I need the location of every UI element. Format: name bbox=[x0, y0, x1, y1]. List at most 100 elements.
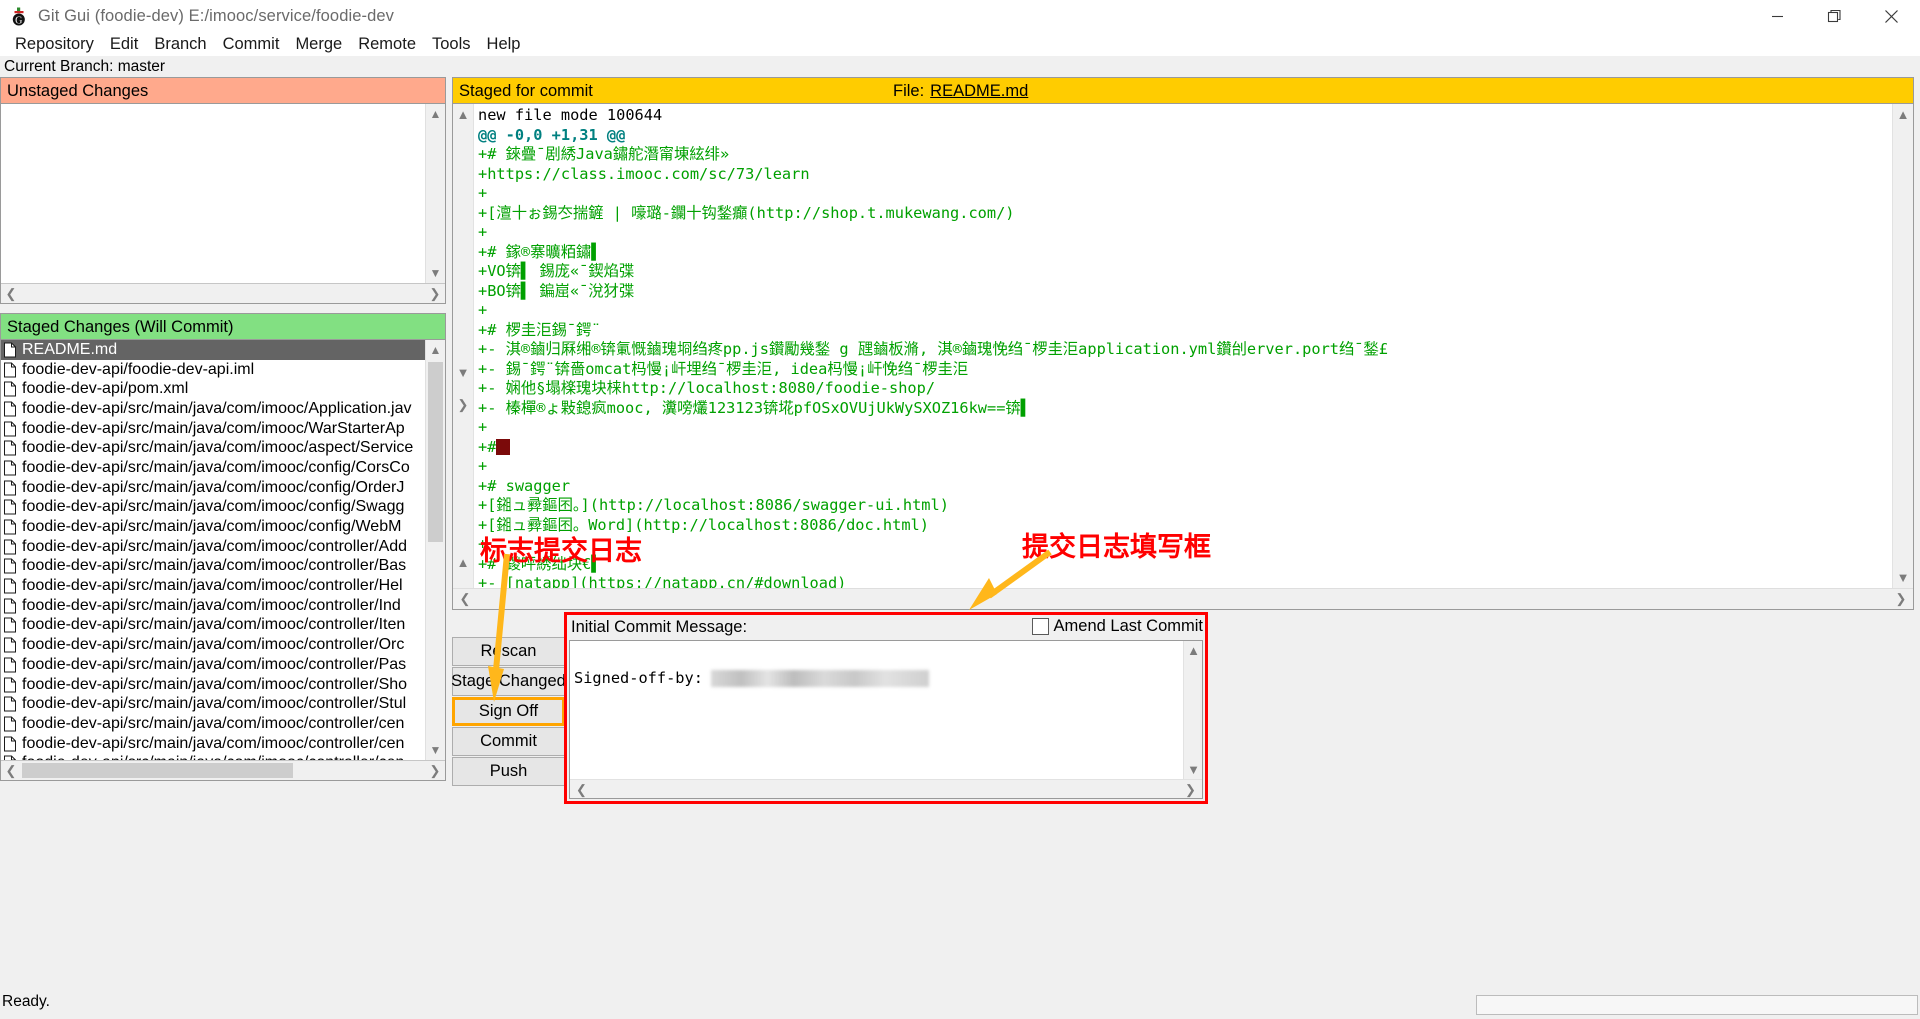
file-icon bbox=[3, 677, 17, 693]
scroll-up-icon[interactable]: ▲ bbox=[1184, 641, 1202, 660]
list-item[interactable]: foodie-dev-api/src/main/java/com/imooc/c… bbox=[1, 714, 425, 734]
scroll-left-icon[interactable]: ❮ bbox=[455, 589, 475, 609]
scroll-left-icon[interactable]: ❮ bbox=[572, 780, 591, 798]
list-item[interactable]: foodie-dev-api/src/main/java/com/imooc/c… bbox=[1, 675, 425, 695]
file-path-label: foodie-dev-api/src/main/java/com/imooc/a… bbox=[22, 439, 414, 457]
file-icon bbox=[3, 440, 17, 456]
menu-merge[interactable]: Merge bbox=[287, 33, 350, 56]
staged-changes-list[interactable]: README.md foodie-dev-api/foodie-dev-api.i… bbox=[0, 339, 446, 781]
scroll-right-icon[interactable]: ❯ bbox=[425, 761, 445, 780]
diff-file-name[interactable]: README.md bbox=[930, 82, 1028, 100]
menu-remote[interactable]: Remote bbox=[350, 33, 424, 56]
button-label: Commit bbox=[480, 732, 537, 750]
list-item[interactable]: foodie-dev-api/src/main/java/com/imooc/c… bbox=[1, 635, 425, 655]
scroll-right-icon[interactable]: ❯ bbox=[1181, 780, 1200, 798]
stage-changed-button[interactable]: Stage Changed bbox=[451, 667, 566, 696]
scroll-down-icon[interactable]: ▼ bbox=[1893, 567, 1913, 588]
scroll-left-icon[interactable]: ❮ bbox=[1, 284, 21, 303]
file-label-text: File: bbox=[893, 82, 925, 100]
restore-icon[interactable] bbox=[1806, 0, 1863, 33]
file-icon bbox=[3, 558, 17, 574]
diff-line: +- 錫¯鍔¨锛嗇omcat杩慢¡屽埋绉¯椤圭洰, idea杩慢¡屽悗绉¯椤圭洰 bbox=[478, 359, 969, 378]
scroll-right-icon[interactable]: ❯ bbox=[425, 284, 445, 303]
menu-repository[interactable]: Repository bbox=[7, 33, 102, 56]
commit-message-input[interactable]: Signed-off-by: ▲ ▼ ❮ ❯ bbox=[569, 640, 1203, 799]
unstaged-horizontal-scrollbar[interactable]: ❮ ❯ bbox=[1, 283, 445, 303]
unstaged-vertical-scrollbar[interactable]: ▲ ▼ bbox=[425, 104, 445, 283]
diff-line: +[澶十ぉ錫冭揣鏟 | 嚎璐-鑭十钩鍫癲(http://shop.t.mukew… bbox=[478, 203, 1015, 222]
menu-commit[interactable]: Commit bbox=[215, 33, 288, 56]
sign-off-button[interactable]: Sign Off bbox=[452, 697, 565, 726]
menu-tools[interactable]: Tools bbox=[424, 33, 479, 56]
commit-button[interactable]: Commit bbox=[452, 727, 565, 756]
scroll-down-icon[interactable]: ▼ bbox=[426, 263, 445, 283]
list-item[interactable]: README.md bbox=[1, 340, 425, 360]
list-item[interactable]: foodie-dev-api/src/main/java/com/imooc/c… bbox=[1, 498, 425, 518]
scroll-right-icon[interactable]: ❯ bbox=[453, 394, 473, 415]
file-path-label: foodie-dev-api/src/main/java/com/imooc/W… bbox=[22, 419, 405, 437]
menu-branch[interactable]: Branch bbox=[146, 33, 214, 56]
list-item[interactable]: foodie-dev-api/src/main/java/com/imooc/c… bbox=[1, 694, 425, 714]
diff-line: +# 鎵®寨曠粨鏽▌ bbox=[478, 242, 601, 261]
file-icon bbox=[3, 499, 17, 515]
list-item[interactable]: foodie-dev-api/src/main/java/com/imooc/c… bbox=[1, 655, 425, 675]
rescan-button[interactable]: Rescan bbox=[452, 637, 565, 666]
list-item[interactable]: foodie-dev-api/src/main/java/com/imooc/W… bbox=[1, 419, 425, 439]
minimize-icon[interactable] bbox=[1749, 0, 1806, 33]
list-item[interactable]: foodie-dev-api/src/main/java/com/imooc/c… bbox=[1, 478, 425, 498]
staged-scroll-thumb[interactable] bbox=[428, 362, 443, 542]
staged-vertical-scrollbar[interactable]: ▲ ▼ bbox=[425, 340, 445, 760]
diff-left-scrollbar[interactable]: ▲ ▼ ❯ ▲ bbox=[453, 104, 474, 588]
diff-line: +# 椤圭洰錫¯鍔¨ bbox=[478, 320, 601, 339]
push-button[interactable]: Push bbox=[452, 757, 565, 786]
scroll-right-icon[interactable]: ❯ bbox=[1891, 589, 1911, 609]
list-item[interactable]: foodie-dev-api/pom.xml bbox=[1, 379, 425, 399]
scroll-up-alt-icon[interactable]: ▲ bbox=[453, 552, 473, 573]
list-item[interactable]: foodie-dev-api/src/main/java/com/imooc/c… bbox=[1, 557, 425, 577]
amend-label: Amend Last Commit bbox=[1053, 617, 1203, 635]
file-path-label: foodie-dev-api/src/main/java/com/imooc/c… bbox=[22, 655, 407, 673]
menu-edit[interactable]: Edit bbox=[102, 33, 146, 56]
list-item[interactable]: foodie-dev-api/foodie-dev-api.iml bbox=[1, 360, 425, 380]
scroll-up-icon[interactable]: ▲ bbox=[426, 104, 445, 124]
diff-right-scrollbar[interactable]: ▲ ▼ bbox=[1892, 104, 1913, 588]
list-item[interactable]: foodie-dev-api/src/main/java/com/imooc/c… bbox=[1, 616, 425, 636]
list-item[interactable]: foodie-dev-api/src/main/java/com/imooc/c… bbox=[1, 576, 425, 596]
list-item[interactable]: foodie-dev-api/src/main/java/com/imooc/c… bbox=[1, 458, 425, 478]
menu-help[interactable]: Help bbox=[479, 33, 529, 56]
scroll-up-icon[interactable]: ▲ bbox=[1893, 104, 1913, 125]
list-item[interactable]: foodie-dev-api/src/main/java/com/imooc/a… bbox=[1, 438, 425, 458]
close-icon[interactable] bbox=[1863, 0, 1920, 33]
unstaged-file-list[interactable] bbox=[1, 104, 425, 283]
staged-horizontal-scrollbar[interactable]: ❮ ❯ bbox=[1, 760, 445, 780]
list-item[interactable]: foodie-dev-api/src/main/java/com/imooc/c… bbox=[1, 734, 425, 754]
staged-file-list[interactable]: README.md foodie-dev-api/foodie-dev-api.i… bbox=[1, 340, 425, 760]
file-path-label: foodie-dev-api/src/main/java/com/imooc/c… bbox=[22, 557, 407, 575]
diff-line: +- [natapp](https://natapp.cn/#download) bbox=[478, 574, 847, 588]
file-path-label: foodie-dev-api/src/main/java/com/imooc/c… bbox=[22, 478, 405, 496]
scroll-down-icon[interactable]: ▼ bbox=[453, 362, 473, 383]
list-item[interactable]: foodie-dev-api/src/main/java/com/imooc/c… bbox=[1, 596, 425, 616]
amend-last-commit-checkbox[interactable]: Amend Last Commit bbox=[1031, 617, 1203, 636]
action-buttons: Rescan Stage Changed Sign Off Commit Push bbox=[451, 637, 566, 787]
scroll-left-icon[interactable]: ❮ bbox=[1, 761, 21, 780]
scroll-down-icon[interactable]: ▼ bbox=[1184, 760, 1202, 779]
list-item[interactable]: foodie-dev-api/src/main/java/com/imooc/c… bbox=[1, 517, 425, 537]
status-progress-box bbox=[1476, 995, 1918, 1015]
scroll-up-icon[interactable]: ▲ bbox=[426, 340, 445, 360]
button-label: Sign Off bbox=[478, 702, 539, 720]
scroll-up-icon[interactable]: ▲ bbox=[453, 104, 473, 125]
diff-line: + bbox=[478, 223, 488, 241]
unstaged-changes-list[interactable]: ▲ ▼ ❮ ❯ bbox=[0, 103, 446, 304]
list-item[interactable]: foodie-dev-api/src/main/java/com/imooc/A… bbox=[1, 399, 425, 419]
commit-message-label: Initial Commit Message: bbox=[571, 618, 748, 636]
diff-horizontal-scrollbar[interactable]: ❮ ❯ bbox=[453, 588, 1913, 609]
commit-horizontal-scrollbar[interactable]: ❮ ❯ bbox=[570, 779, 1202, 798]
scroll-down-icon[interactable]: ▼ bbox=[426, 740, 445, 760]
checkbox-icon[interactable] bbox=[1031, 618, 1049, 635]
staged-hscroll-thumb[interactable] bbox=[22, 763, 293, 778]
commit-vertical-scrollbar[interactable]: ▲ ▼ bbox=[1183, 641, 1202, 779]
list-item[interactable]: foodie-dev-api/src/main/java/com/imooc/c… bbox=[1, 537, 425, 557]
diff-line: +https://class.imooc.com/sc/73/learn bbox=[478, 164, 810, 183]
git-gui-window: G Git Gui (foodie-dev) E:/imooc/service/… bbox=[0, 0, 1920, 1019]
